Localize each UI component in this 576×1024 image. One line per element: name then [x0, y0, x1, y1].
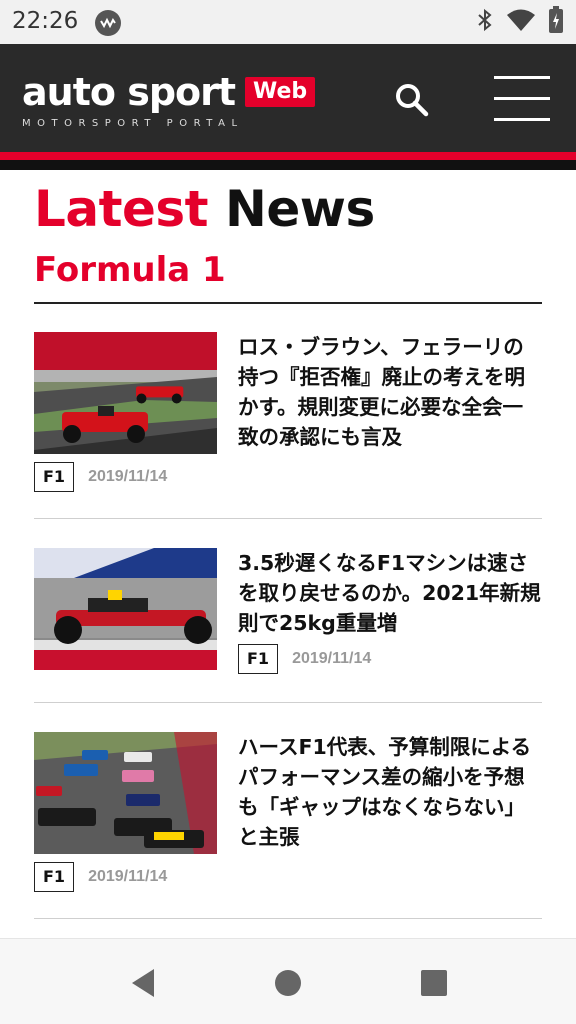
status-bar: 22:26 [0, 0, 576, 44]
section-title: Formula 1 [34, 250, 226, 290]
article-item[interactable]: 3.5秒遅くなるF1マシンは速さを取り戻せるのか。2021年新規則で25kg重量… [34, 548, 542, 678]
search-icon[interactable] [392, 80, 432, 120]
notification-icon [95, 10, 121, 36]
article-meta: F1 2019/11/14 [34, 862, 167, 892]
status-time: 22:26 [12, 8, 79, 34]
logo-tagline: MOTORSPORT PORTAL [22, 118, 244, 129]
logo-text: auto sport [22, 70, 236, 114]
site-logo[interactable]: auto sport Web MOTORSPORT PORTAL [22, 70, 316, 129]
article-meta: F1 2019/11/14 [238, 644, 371, 674]
article-item[interactable]: ハースF1代表、予算制限によるパフォーマンス差の縮小を予想も「ギャップはなくなら… [34, 732, 542, 902]
back-icon[interactable] [128, 967, 160, 999]
category-badge[interactable]: F1 [34, 862, 75, 892]
wifi-icon [506, 8, 536, 36]
page-title: Latest News [34, 180, 375, 238]
article-thumbnail[interactable] [34, 332, 217, 454]
recents-icon[interactable] [418, 967, 450, 999]
header-dark-stripe [0, 160, 576, 170]
header-accent-stripe [0, 152, 576, 160]
battery-icon [548, 6, 564, 38]
article-thumbnail[interactable] [34, 732, 217, 854]
article-meta: F1 2019/11/14 [34, 462, 167, 492]
article-date: 2019/11/14 [292, 650, 372, 667]
site-header: auto sport Web MOTORSPORT PORTAL [0, 44, 576, 152]
home-icon[interactable] [272, 967, 304, 999]
article-thumbnail[interactable] [34, 548, 217, 670]
section-divider [34, 302, 542, 304]
bluetooth-icon [476, 8, 494, 36]
article-title[interactable]: 3.5秒遅くなるF1マシンは速さを取り戻せるのか。2021年新規則で25kg重量… [238, 548, 542, 638]
category-badge[interactable]: F1 [34, 462, 75, 492]
page-title-rest: News [225, 180, 375, 238]
article-date: 2019/11/14 [88, 468, 168, 485]
category-badge[interactable]: F1 [238, 644, 279, 674]
article-divider [34, 702, 542, 703]
system-nav-bar [0, 938, 576, 1024]
hamburger-menu-icon[interactable] [494, 76, 550, 122]
page-title-accent: Latest [34, 180, 209, 238]
article-date: 2019/11/14 [88, 868, 168, 885]
article-divider [34, 518, 542, 519]
logo-web-badge: Web [245, 77, 316, 107]
article-title[interactable]: ロス・ブラウン、フェラーリの持つ『拒否権』廃止の考えを明かす。規則変更に必要な全… [238, 332, 542, 452]
article-title[interactable]: ハースF1代表、予算制限によるパフォーマンス差の縮小を予想も「ギャップはなくなら… [238, 732, 542, 852]
article-item[interactable]: ロス・ブラウン、フェラーリの持つ『拒否権』廃止の考えを明かす。規則変更に必要な全… [34, 332, 542, 502]
article-divider [34, 918, 542, 919]
